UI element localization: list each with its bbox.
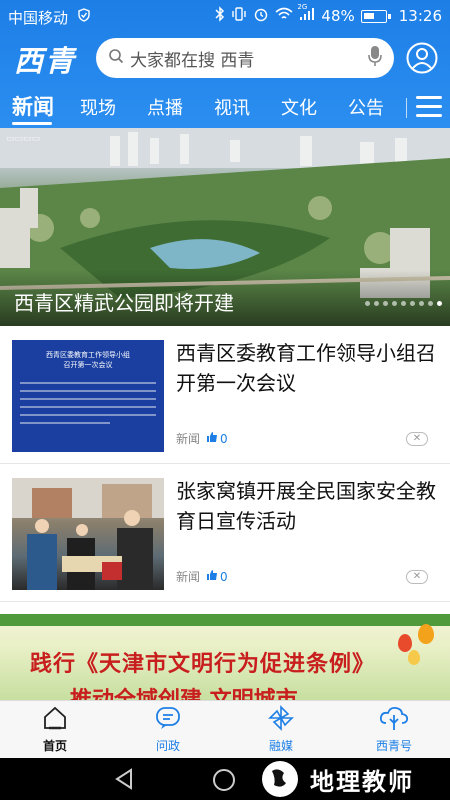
carousel-dot[interactable] [365, 301, 370, 306]
carrier-label: 中国移动 [8, 9, 69, 27]
tab-live[interactable]: 现场 [80, 94, 116, 120]
tab-culture[interactable]: 文化 [281, 94, 317, 120]
wifi-icon [275, 7, 293, 25]
network-type: 2G [297, 3, 308, 11]
tab-news[interactable]: 新闻 [12, 91, 54, 121]
clock: 13:26 [398, 7, 442, 25]
like-count[interactable]: 0 [206, 431, 228, 446]
search-icon [108, 48, 124, 68]
chat-icon [155, 707, 181, 735]
status-bar: 中国移动 2G 48% 13:26 [0, 0, 450, 32]
nav-media-label: 融媒 [268, 739, 293, 753]
nav-xiqing-account-label: 西青号 [375, 739, 412, 753]
app-header: 中国移动 2G 48% 13:26 西青 大家都在搜 西青 新闻 现场 点播 视… [0, 0, 450, 128]
tab-notice[interactable]: 公告 [348, 94, 384, 120]
carousel-dot[interactable] [410, 301, 415, 306]
banner-top-strip [0, 614, 450, 626]
news-title[interactable]: 西青区委教育工作领导小组召开第一次会议 [176, 338, 438, 398]
image-tag: ▭▭▭▭ [6, 134, 41, 144]
alarm-icon [253, 6, 269, 26]
system-navigation-bar: 地理教师 [0, 758, 450, 800]
battery-icon [360, 9, 391, 23]
hero-caption[interactable]: 西青区精武公园即将开建 [14, 287, 234, 316]
app-logo: 西青 [14, 44, 77, 78]
tab-divider [406, 98, 407, 118]
promo-banner[interactable]: 践行《天津市文明行为促进条例》 推动全域创建 文明城市 [0, 614, 450, 700]
microphone-icon[interactable] [368, 45, 382, 71]
search-bar[interactable]: 大家都在搜 西青 [96, 38, 394, 78]
shield-icon [78, 8, 90, 26]
carousel-dot[interactable] [419, 301, 424, 306]
balloon-decoration [418, 624, 434, 644]
news-category: 新闻 [176, 570, 201, 584]
carousel-dot[interactable] [383, 301, 388, 306]
news-thumbnail [12, 478, 164, 590]
nav-inquiry-label: 问政 [155, 739, 180, 753]
news-thumbnail: 西青区委教育工作领导小组 召开第一次会议 [12, 340, 164, 452]
status-right: 2G 48% 13:26 [215, 3, 442, 26]
vibrate-icon [231, 6, 247, 26]
balloon-decoration [398, 634, 412, 652]
thumbs-up-icon [206, 431, 218, 446]
carousel-dot[interactable] [401, 301, 406, 306]
news-meta: 新闻 0 [176, 568, 228, 585]
cloud-tree-icon [379, 706, 409, 735]
thumbs-up-icon [206, 569, 218, 584]
carousel-dot[interactable] [437, 301, 442, 306]
dismiss-icon[interactable]: ✕ [406, 432, 428, 446]
user-profile-icon[interactable] [406, 42, 438, 74]
news-item[interactable]: 西青区委教育工作领导小组 召开第一次会议 西青区委教育工作领导小组召开第一次会议… [0, 326, 450, 464]
home-circle-icon[interactable] [212, 768, 236, 796]
carousel-dot[interactable] [392, 301, 397, 306]
news-category: 新闻 [176, 432, 201, 446]
menu-icon[interactable] [416, 96, 442, 118]
search-placeholder: 大家都在搜 西青 [130, 50, 255, 71]
home-icon [42, 706, 68, 735]
news-meta: 新闻 0 [176, 430, 228, 447]
promo-headline: 践行《天津市文明行为促进条例》 [30, 652, 376, 677]
carousel-dot[interactable] [374, 301, 379, 306]
nav-xiqing-account[interactable]: 西青号 [359, 705, 429, 754]
back-icon[interactable] [114, 768, 134, 794]
bluetooth-icon [215, 6, 225, 26]
signal-icon: 2G [297, 3, 315, 25]
promo-subheadline: 推动全域创建 文明城市 [70, 682, 298, 700]
watermark-text: 地理教师 [310, 768, 414, 796]
nav-home[interactable]: 首页 [20, 705, 90, 754]
tab-video[interactable]: 视讯 [214, 94, 250, 120]
balloon-decoration [408, 650, 420, 665]
nav-home-label: 首页 [42, 739, 67, 753]
hero-carousel[interactable]: ▭▭▭▭ 西青区精武公园即将开建 [0, 128, 450, 326]
carousel-indicator [365, 301, 442, 306]
thumbnail-heading: 西青区委教育工作领导小组 召开第一次会议 [46, 351, 130, 369]
news-title[interactable]: 张家窝镇开展全民国家安全教育日宣传活动 [176, 476, 438, 536]
active-tab-indicator [12, 122, 52, 125]
tab-vod[interactable]: 点播 [147, 94, 183, 120]
category-tabs: 新闻 现场 点播 视讯 文化 公告 [0, 88, 450, 128]
news-item[interactable]: 张家窝镇开展全民国家安全教育日宣传活动 新闻 0 ✕ [0, 464, 450, 602]
nav-media[interactable]: 融媒 [246, 705, 316, 754]
pinwheel-icon [268, 705, 294, 735]
like-count[interactable]: 0 [206, 569, 228, 584]
bottom-navigation: 首页 问政 融媒 西青号 [0, 700, 450, 758]
nav-inquiry[interactable]: 问政 [133, 705, 203, 754]
dismiss-icon[interactable]: ✕ [406, 570, 428, 584]
battery-percent: 48% [321, 7, 355, 25]
carousel-dot[interactable] [428, 301, 433, 306]
globe-icon [262, 761, 298, 797]
